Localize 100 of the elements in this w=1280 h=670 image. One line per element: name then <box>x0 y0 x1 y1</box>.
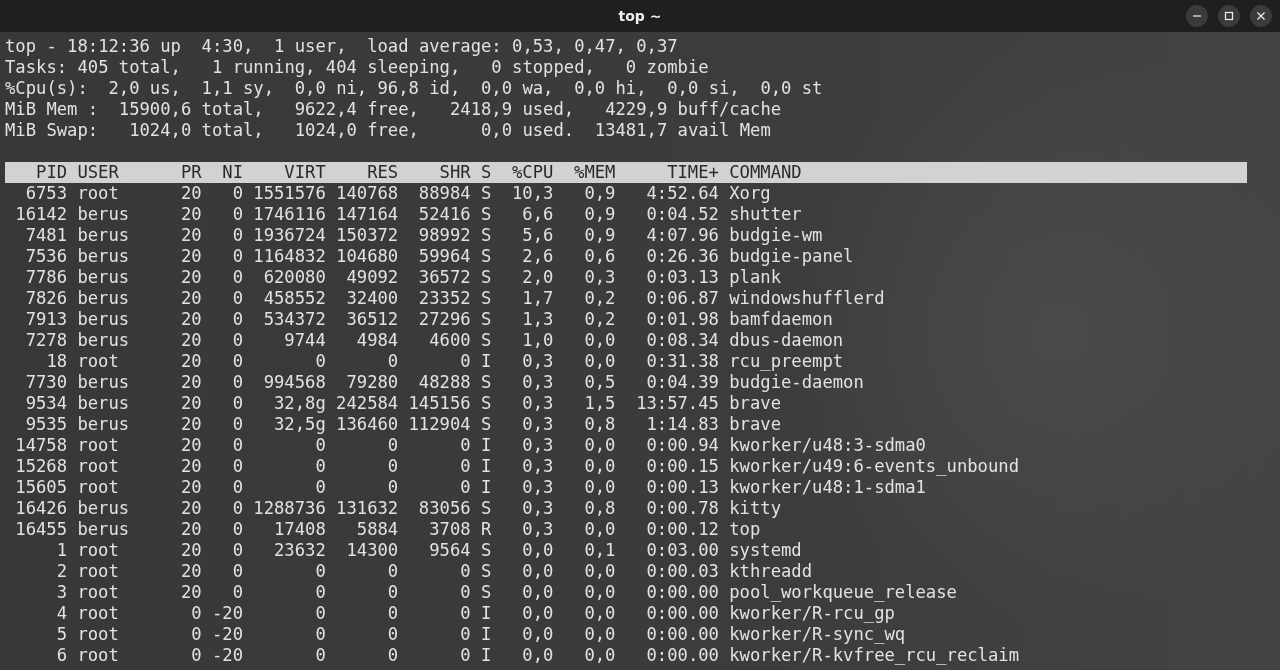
table-cell-text: 9564 <box>428 540 471 561</box>
table-cell-text: 20 <box>179 246 202 267</box>
table-cell-text: 4:52.64 <box>645 183 719 204</box>
table-cell-text: 0,0 <box>583 435 616 456</box>
table-cell-text: 0 <box>231 435 243 456</box>
table-cell-text: S <box>479 393 492 414</box>
table-cell-text: 0 <box>314 582 326 603</box>
table-cell-text: 17408 <box>273 519 326 540</box>
table-cell-text: 0 <box>231 351 243 372</box>
table-cell-text: 9744 <box>283 330 326 351</box>
table-cell-text: kworker/R-kvfree_rcu_reclaim <box>728 645 1020 666</box>
column-header: COMMAND <box>728 162 803 183</box>
table-cell-text: 20 <box>179 330 202 351</box>
table-cell-text: 0,9 <box>583 204 616 225</box>
table-cell-text: 0,5 <box>583 372 616 393</box>
table-cell-text: berus <box>76 204 131 225</box>
table-cell-text: 20 <box>179 225 202 246</box>
table-cell-text: 20 <box>179 582 202 603</box>
table-cell-text: S <box>479 372 492 393</box>
table-cell-text: 0,0 <box>521 603 554 624</box>
table-cell-text: 0,0 <box>583 456 616 477</box>
table-cell-text: 0 <box>386 435 399 456</box>
table-cell-text: 140768 <box>335 183 399 204</box>
summary-line: MiB Swap: 1024,0 total, 1024,0 free, 0,0 used. 13481,7 avail Mem <box>5 120 771 141</box>
table-cell-text: 0 <box>386 603 399 624</box>
table-cell-text: 0 <box>386 582 399 603</box>
table-cell-text: 7826 <box>24 288 68 309</box>
table-cell-text: 0 <box>190 645 202 666</box>
table-cell-text: root <box>76 624 120 645</box>
table-cell-text: 83056 <box>417 498 471 519</box>
table-cell-text: 0 <box>231 330 243 351</box>
maximize-button[interactable] <box>1218 5 1240 27</box>
column-header: TIME+ <box>666 162 719 183</box>
table-cell-text: 0 <box>459 645 471 666</box>
minimize-button[interactable] <box>1186 5 1208 27</box>
table-cell-text: 0 <box>459 624 471 645</box>
table-cell-text: 0:03.13 <box>645 267 719 288</box>
table-cell-text: 0 <box>231 204 243 225</box>
table-cell-text: 1288736 <box>252 498 326 519</box>
table-cell-text: 0,0 <box>583 645 616 666</box>
table-cell-text: S <box>479 246 492 267</box>
table-cell-text: 0:04.39 <box>645 372 719 393</box>
table-cell-text: 0 <box>314 624 326 645</box>
table-cell-text: 0,1 <box>583 540 616 561</box>
table-cell-text: 0,3 <box>521 456 554 477</box>
table-cell-text: 6,6 <box>521 204 554 225</box>
table-cell-text: root <box>76 603 120 624</box>
table-cell-text: -20 <box>210 603 243 624</box>
table-cell-text: kitty <box>728 498 782 519</box>
table-cell-text: rcu_preempt <box>728 351 845 372</box>
table-cell-text: 20 <box>179 288 202 309</box>
table-cell-text: 14758 <box>14 435 68 456</box>
table-cell-text: 20 <box>179 204 202 225</box>
table-cell-text: 0,0 <box>583 330 616 351</box>
table-cell-text: 104680 <box>335 246 399 267</box>
table-cell-text: 0,8 <box>583 498 616 519</box>
column-header: PID <box>35 162 68 183</box>
table-cell-text: S <box>479 414 492 435</box>
table-cell-text: 79280 <box>345 372 399 393</box>
table-cell-text: root <box>76 456 120 477</box>
table-cell-text: systemd <box>728 540 803 561</box>
table-cell-text: 4984 <box>355 330 399 351</box>
table-cell-text: 0,0 <box>583 561 616 582</box>
table-cell-text: 20 <box>179 372 202 393</box>
table-cell-text: 0 <box>386 456 399 477</box>
table-cell-text: 0,3 <box>521 414 554 435</box>
table-cell-text: S <box>479 183 492 204</box>
table-cell-text: 20 <box>179 519 202 540</box>
table-cell-text: berus <box>76 330 131 351</box>
table-cell-text: 0,3 <box>521 372 554 393</box>
table-cell-text: I <box>479 351 492 372</box>
table-cell-text: berus <box>76 246 131 267</box>
table-cell-text: 1746116 <box>252 204 326 225</box>
table-cell-text: 1551576 <box>252 183 326 204</box>
table-cell-text: 0 <box>190 624 202 645</box>
table-cell-text: 0,3 <box>521 393 554 414</box>
table-cell-text: 0:00.00 <box>645 624 719 645</box>
table-cell-text: 0:03.00 <box>645 540 719 561</box>
table-cell-text: 0 <box>314 351 326 372</box>
table-cell-text: 48288 <box>417 372 471 393</box>
table-cell-text: 9535 <box>24 414 68 435</box>
table-cell-text: budgie-panel <box>728 246 855 267</box>
table-cell-text: 0,0 <box>521 582 554 603</box>
table-cell-text: 4:07.96 <box>645 225 719 246</box>
table-cell-text: 36572 <box>417 267 471 288</box>
table-cell-text: 0 <box>231 309 243 330</box>
column-header: S <box>479 162 492 183</box>
table-cell-text: 0 <box>231 246 243 267</box>
table-cell-text: 0,0 <box>583 477 616 498</box>
table-cell-text: 16426 <box>14 498 68 519</box>
summary-line: Tasks: 405 total, 1 running, 404 sleeping, 0 stopped, 0 zombie <box>5 57 709 78</box>
table-cell-text: 0 <box>231 456 243 477</box>
column-header: %CPU <box>510 162 554 183</box>
table-cell-text: berus <box>76 414 131 435</box>
table-cell-text: I <box>479 603 492 624</box>
table-cell-text: 0,3 <box>521 477 554 498</box>
table-cell-text: 0 <box>386 477 399 498</box>
table-cell-text: 994568 <box>262 372 326 393</box>
table-cell-text: 88984 <box>417 183 471 204</box>
close-button[interactable] <box>1250 5 1272 27</box>
